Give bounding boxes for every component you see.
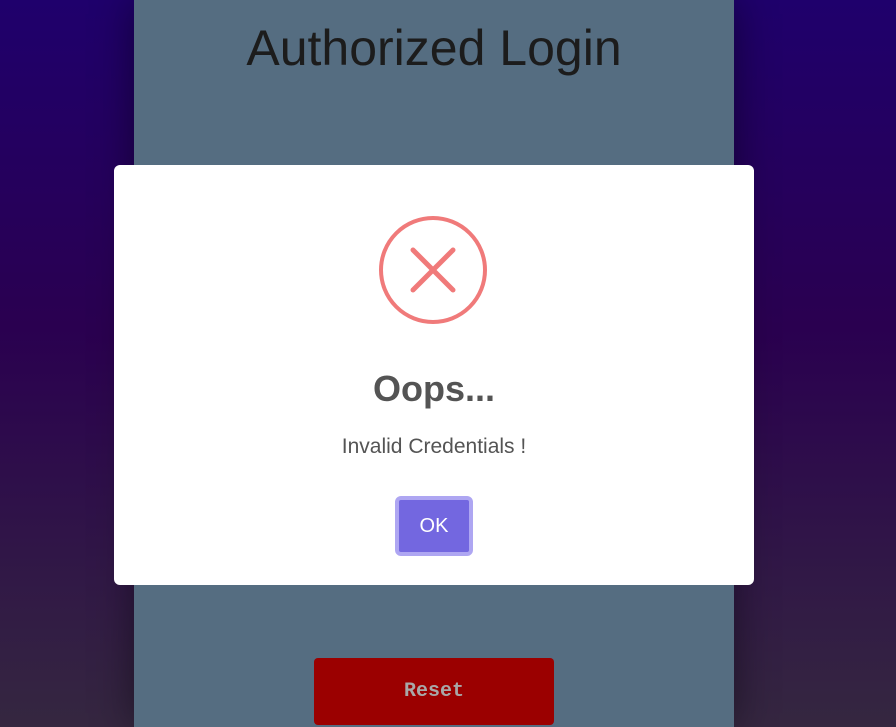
modal-overlay: Oops... Invalid Credentials ! OK	[0, 0, 896, 727]
error-x-icon	[379, 216, 487, 324]
dialog-title: Oops...	[372, 368, 495, 409]
error-dialog: Oops... Invalid Credentials ! OK	[114, 165, 754, 585]
dialog-message: Invalid Credentials !	[341, 435, 527, 458]
ok-button[interactable]: OK	[395, 496, 473, 556]
